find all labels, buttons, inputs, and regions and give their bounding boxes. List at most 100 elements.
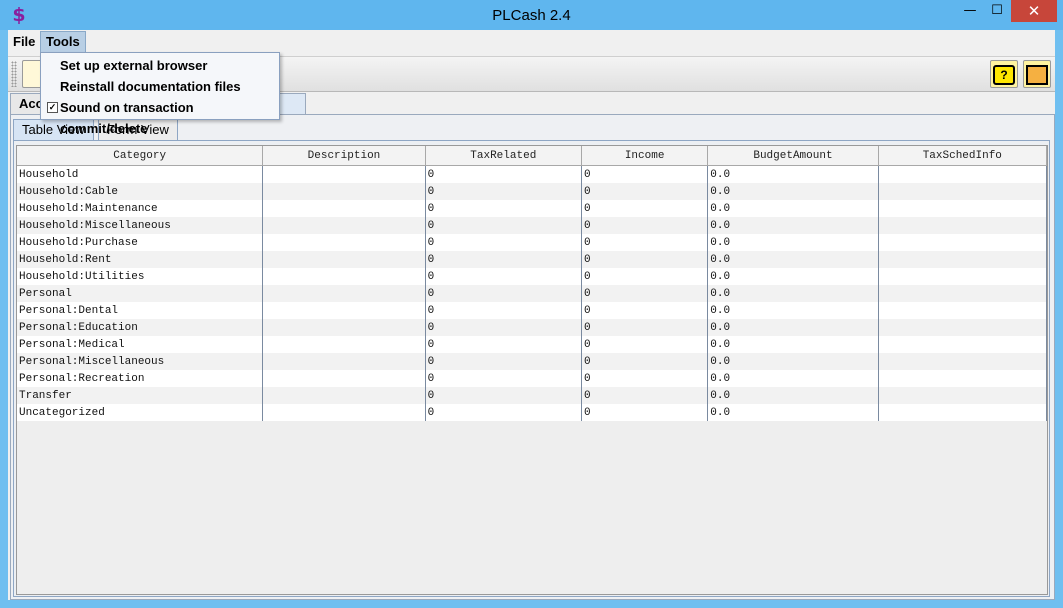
table-cell[interactable]: 0 <box>425 285 582 302</box>
table-cell[interactable]: 0 <box>581 302 709 319</box>
table-cell[interactable]: 0.0 <box>707 370 879 387</box>
table-cell[interactable]: Household:Cable <box>17 183 264 200</box>
table-cell[interactable]: Uncategorized <box>17 404 264 421</box>
table-cell[interactable] <box>878 319 1048 336</box>
table-cell[interactable] <box>878 200 1048 217</box>
table-cell[interactable]: 0 <box>581 234 709 251</box>
table-row[interactable]: Household:Miscellaneous 0 0 0.0 <box>17 217 1048 234</box>
table-cell[interactable]: 0 <box>581 353 709 370</box>
table-cell[interactable]: 0.0 <box>707 234 879 251</box>
table-cell[interactable] <box>878 165 1048 183</box>
checkbox-checked-icon[interactable]: ✓ <box>47 102 58 113</box>
maximize-button[interactable]: ☐ <box>983 0 1011 22</box>
table-cell[interactable]: Personal:Dental <box>17 302 264 319</box>
table-cell[interactable]: 0 <box>581 319 709 336</box>
table-cell[interactable]: Household:Utilities <box>17 268 264 285</box>
table-cell[interactable] <box>878 217 1048 234</box>
table-cell[interactable]: 0.0 <box>707 183 879 200</box>
column-header-income[interactable]: Income <box>581 146 709 166</box>
table-cell[interactable] <box>878 268 1048 285</box>
table-cell[interactable] <box>262 370 426 387</box>
table-row[interactable]: Personal:Education 0 0 0.0 <box>17 319 1048 336</box>
table-cell[interactable]: 0 <box>425 336 582 353</box>
table-cell[interactable]: 0 <box>581 370 709 387</box>
table-cell[interactable]: 0.0 <box>707 268 879 285</box>
close-button[interactable]: ✕ <box>1011 0 1057 22</box>
table-cell[interactable] <box>262 165 426 183</box>
help-icon[interactable]: ? <box>990 60 1018 88</box>
table-cell[interactable]: 0 <box>425 404 582 421</box>
table-cell[interactable]: Household:Rent <box>17 251 264 268</box>
table-cell[interactable] <box>878 370 1048 387</box>
menu-tools[interactable]: Tools <box>40 31 86 53</box>
table-row[interactable]: Household 0 0 0.0 <box>17 165 1048 183</box>
column-header-budgetamount[interactable]: BudgetAmount <box>707 146 879 166</box>
table-row[interactable]: Personal:Recreation 0 0 0.0 <box>17 370 1048 387</box>
table-cell[interactable] <box>262 302 426 319</box>
menu-item-setup-browser[interactable]: Set up external browser <box>41 55 279 76</box>
column-header-category[interactable]: Category <box>17 146 264 166</box>
table-cell[interactable]: 0.0 <box>707 165 879 183</box>
table-cell[interactable]: 0 <box>425 234 582 251</box>
table-cell[interactable]: 0 <box>425 251 582 268</box>
column-header-description[interactable]: Description <box>262 146 426 166</box>
table-cell[interactable]: Personal:Education <box>17 319 264 336</box>
category-table[interactable]: Category Description TaxRelated Income B… <box>17 146 1048 421</box>
table-cell[interactable]: 0 <box>581 285 709 302</box>
table-cell[interactable]: 0.0 <box>707 387 879 404</box>
table-cell[interactable] <box>262 319 426 336</box>
table-cell[interactable]: 0 <box>425 217 582 234</box>
table-cell[interactable] <box>262 183 426 200</box>
table-cell[interactable]: 0.0 <box>707 404 879 421</box>
table-cell[interactable]: Personal:Medical <box>17 336 264 353</box>
table-cell[interactable]: 0 <box>581 387 709 404</box>
table-cell[interactable] <box>262 404 426 421</box>
column-header-taxschedinfo[interactable]: TaxSchedInfo <box>878 146 1048 166</box>
menu-file[interactable]: File <box>8 32 40 52</box>
table-cell[interactable]: Household:Purchase <box>17 234 264 251</box>
table-row[interactable]: Household:Maintenance 0 0 0.0 <box>17 200 1048 217</box>
table-cell[interactable] <box>262 200 426 217</box>
table-cell[interactable]: Transfer <box>17 387 264 404</box>
table-cell[interactable]: 0 <box>425 200 582 217</box>
title-bar[interactable]: $ PLCash 2.4 — ☐ ✕ <box>0 0 1063 30</box>
table-cell[interactable] <box>878 302 1048 319</box>
exit-icon[interactable] <box>1023 60 1051 88</box>
table-cell[interactable] <box>878 234 1048 251</box>
table-cell[interactable]: Personal:Miscellaneous <box>17 353 264 370</box>
table-cell[interactable]: 0 <box>425 387 582 404</box>
minimize-button[interactable]: — <box>957 0 983 22</box>
table-cell[interactable] <box>262 336 426 353</box>
table-cell[interactable]: 0 <box>581 336 709 353</box>
table-cell[interactable] <box>262 251 426 268</box>
table-row[interactable]: Household:Cable 0 0 0.0 <box>17 183 1048 200</box>
table-cell[interactable]: 0 <box>581 200 709 217</box>
table-cell[interactable]: Household <box>17 165 264 183</box>
table-cell[interactable] <box>878 353 1048 370</box>
table-cell[interactable]: 0 <box>425 319 582 336</box>
table-row[interactable]: Household:Utilities 0 0 0.0 <box>17 268 1048 285</box>
category-table-container[interactable]: Category Description TaxRelated Income B… <box>16 145 1048 595</box>
table-cell[interactable] <box>262 387 426 404</box>
table-cell[interactable]: 0.0 <box>707 200 879 217</box>
table-row[interactable]: Personal:Miscellaneous 0 0 0.0 <box>17 353 1048 370</box>
table-cell[interactable] <box>878 285 1048 302</box>
table-cell[interactable] <box>262 217 426 234</box>
table-cell[interactable] <box>262 268 426 285</box>
toolbar-grip[interactable] <box>11 61 17 87</box>
table-cell[interactable] <box>262 353 426 370</box>
column-header-taxrelated[interactable]: TaxRelated <box>425 146 582 166</box>
table-cell[interactable]: 0.0 <box>707 285 879 302</box>
table-row[interactable]: Transfer 0 0 0.0 <box>17 387 1048 404</box>
table-row[interactable]: Personal:Dental 0 0 0.0 <box>17 302 1048 319</box>
table-cell[interactable] <box>878 404 1048 421</box>
table-cell[interactable]: 0 <box>581 268 709 285</box>
table-cell[interactable]: 0.0 <box>707 336 879 353</box>
table-cell[interactable]: 0 <box>425 302 582 319</box>
table-cell[interactable] <box>878 387 1048 404</box>
table-row[interactable]: Uncategorized 0 0 0.0 <box>17 404 1048 421</box>
table-cell[interactable]: 0.0 <box>707 353 879 370</box>
table-cell[interactable]: 0 <box>425 183 582 200</box>
table-cell[interactable]: 0.0 <box>707 251 879 268</box>
table-cell[interactable] <box>878 251 1048 268</box>
